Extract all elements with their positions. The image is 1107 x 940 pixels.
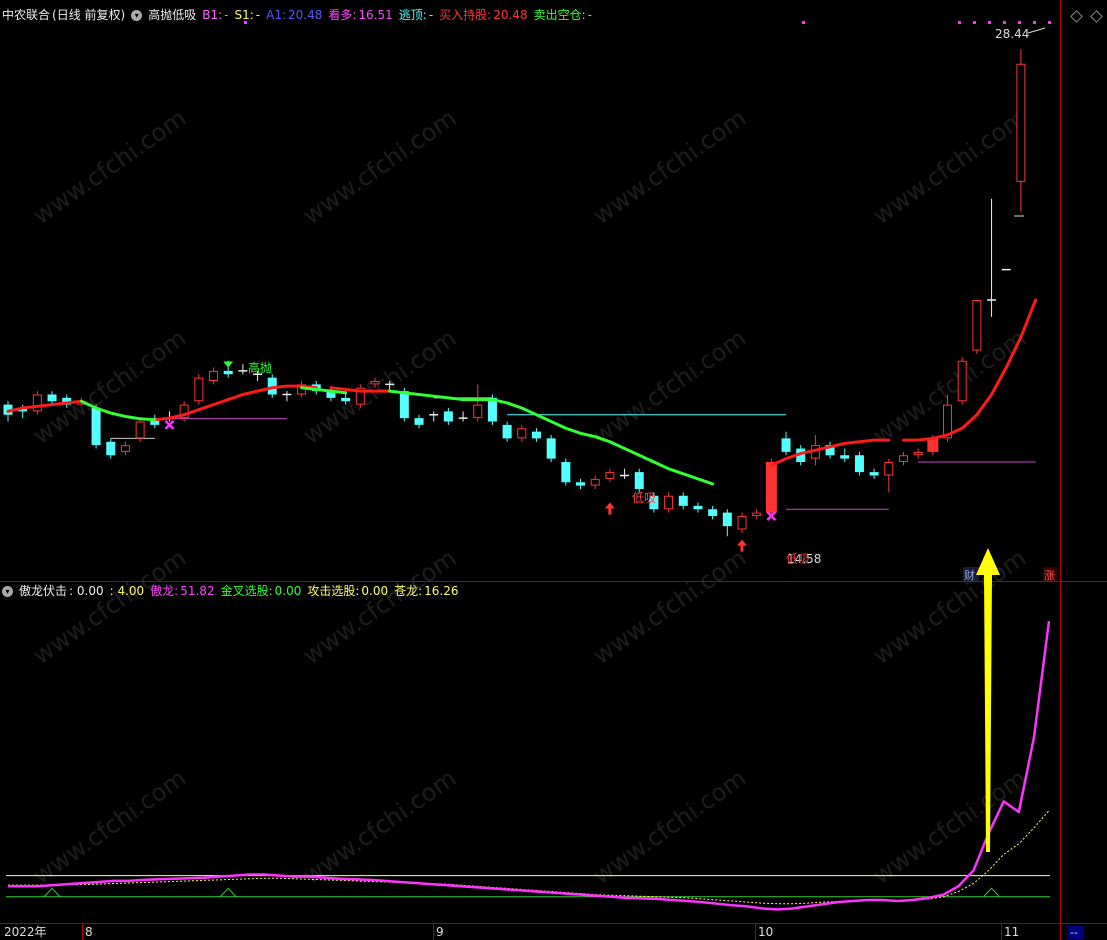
candle-body-down bbox=[399, 391, 409, 419]
candle-body-up bbox=[737, 516, 747, 530]
candle-body-down bbox=[693, 505, 703, 510]
signal-dot bbox=[973, 21, 976, 24]
stock-chart-canvas: www.cfchi.com www.cfchi.com www.cfchi.com w… bbox=[0, 0, 1107, 940]
gaopao-label: 高抛 bbox=[248, 360, 272, 375]
candle-body-down bbox=[781, 438, 791, 452]
kanduo-label: 看多: bbox=[328, 8, 357, 22]
candle-body-up bbox=[664, 495, 674, 510]
candle-body-down bbox=[341, 397, 351, 402]
gongji-value: 0.00 bbox=[361, 584, 389, 598]
candle-body-down bbox=[722, 512, 732, 527]
a1-value: 20.48 bbox=[288, 8, 323, 22]
signal-dot bbox=[802, 21, 805, 24]
high-price-label: 28.44 bbox=[995, 27, 1029, 41]
sell-label: 卖出空仓: bbox=[533, 8, 586, 22]
cai-label: 财 bbox=[964, 568, 975, 582]
buy-value: 20.48 bbox=[493, 8, 528, 22]
candle-body-down bbox=[854, 455, 864, 473]
candle-body-down bbox=[106, 441, 116, 456]
axis-year: 2022年 bbox=[4, 925, 47, 939]
candle-body-up bbox=[473, 404, 483, 419]
signal-dot bbox=[1018, 21, 1021, 24]
lower-header: ▾ 傲龙伏击 : 0.00 : 4.00 傲龙: 51.82 金叉选股: 0.0… bbox=[2, 582, 465, 600]
signal-dot bbox=[958, 21, 961, 24]
candle-body-down bbox=[443, 411, 453, 422]
candle-body-up bbox=[605, 472, 615, 479]
candle-body-up bbox=[120, 445, 130, 452]
lower-indicator-name[interactable]: 傲龙伏击 bbox=[19, 582, 67, 600]
axis-month-9: 9 bbox=[436, 925, 444, 939]
buy-label: 买入持股: bbox=[439, 8, 492, 22]
candle-body-down bbox=[531, 431, 541, 439]
candle-body-up bbox=[590, 478, 600, 486]
signal-dot bbox=[1048, 21, 1051, 24]
candle-body-up bbox=[209, 370, 219, 381]
candle-body-down bbox=[91, 408, 101, 446]
candle-body-up bbox=[913, 451, 923, 456]
candle-body-down bbox=[47, 394, 57, 402]
b1-value: - bbox=[224, 8, 229, 22]
jincha-label: 金叉选股: bbox=[220, 584, 273, 598]
candle-body-down bbox=[678, 495, 688, 506]
axis-end: -- bbox=[1070, 926, 1078, 939]
candle-body-up bbox=[517, 428, 527, 439]
axis-month-11: 11 bbox=[1004, 925, 1019, 939]
candle-body-down bbox=[869, 472, 879, 476]
candle-body-down bbox=[223, 370, 233, 375]
dixi-label: 低吸 bbox=[632, 491, 656, 505]
candle-body-up bbox=[135, 421, 145, 439]
taoding-label: 逃顶: bbox=[398, 8, 427, 22]
candle-body-up bbox=[898, 455, 908, 462]
candle-body-up bbox=[957, 360, 967, 402]
candle-body-down bbox=[546, 438, 556, 459]
kanduo-value: 16.51 bbox=[358, 8, 393, 22]
s1-value: - bbox=[255, 8, 261, 22]
s1-label: S1: bbox=[234, 8, 254, 22]
lower-v2: : 4.00 bbox=[109, 584, 145, 598]
canglong-value: 16.26 bbox=[424, 584, 459, 598]
candle-body-down bbox=[708, 509, 718, 516]
axis-month-8: 8 bbox=[85, 925, 93, 939]
sell-value: - bbox=[587, 8, 592, 22]
aolong-label: 傲龙: bbox=[150, 584, 179, 598]
candle-body-up bbox=[972, 300, 982, 351]
candle-body-down bbox=[502, 424, 512, 439]
candle-body-up bbox=[752, 512, 762, 516]
axis-month-10: 10 bbox=[758, 925, 773, 939]
indicator-name[interactable]: 高抛低吸 bbox=[148, 6, 196, 24]
dixi2-label: 低吸 bbox=[786, 552, 810, 566]
indicator-menu-icon[interactable]: ▾ bbox=[131, 9, 143, 21]
candle-body-up bbox=[194, 377, 204, 402]
candle-body-up bbox=[1016, 63, 1026, 182]
signal-dot bbox=[988, 21, 991, 24]
candle-body-down bbox=[561, 462, 571, 483]
candle-body-down bbox=[634, 472, 644, 489]
b1-label: B1: bbox=[202, 8, 223, 22]
zhang-label: 涨 bbox=[1044, 569, 1055, 582]
candle-body-down bbox=[840, 455, 850, 459]
candle-body-up bbox=[32, 394, 42, 412]
taoding-value: - bbox=[428, 8, 434, 22]
jincha-value: 0.00 bbox=[274, 584, 302, 598]
candle-body-up bbox=[927, 438, 939, 452]
gongji-label: 攻击选股: bbox=[307, 584, 360, 598]
period-label[interactable]: (日线 前复权) bbox=[52, 6, 125, 24]
candle-body-up bbox=[370, 381, 380, 385]
aolong-value: 51.82 bbox=[180, 584, 215, 598]
lower-v1: : 0.00 bbox=[69, 584, 104, 598]
a1-label: A1: bbox=[266, 8, 287, 22]
candle-body-down bbox=[414, 418, 424, 425]
lower-indicator-menu-icon[interactable]: ▾ bbox=[2, 585, 13, 597]
candle-body-up bbox=[765, 462, 777, 513]
signal-dot bbox=[1033, 21, 1036, 24]
upper-header: 中农联合 (日线 前复权) ▾ 高抛低吸 B1: - S1: - A1: 20.… bbox=[2, 6, 598, 24]
candle-body-down bbox=[576, 482, 586, 486]
canglong-label: 苍龙: bbox=[394, 584, 423, 598]
signal-dot bbox=[1003, 21, 1006, 24]
stock-name[interactable]: 中农联合 bbox=[2, 6, 50, 24]
candle-body-up bbox=[884, 462, 894, 476]
